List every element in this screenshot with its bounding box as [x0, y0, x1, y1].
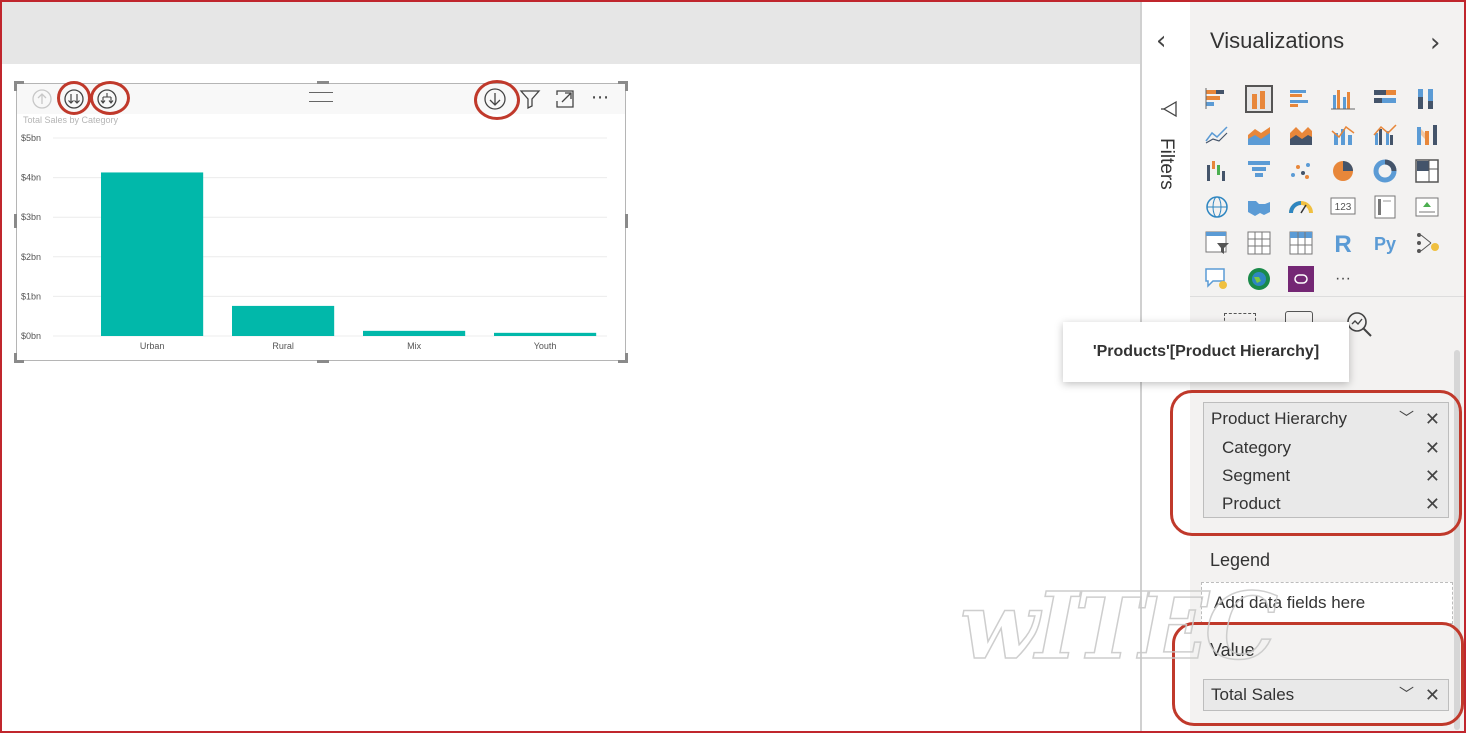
x-tick-label: Mix — [407, 341, 421, 351]
more-visuals-icon[interactable]: ··· — [1328, 264, 1358, 294]
highlight-ring — [90, 81, 130, 115]
resize-handle[interactable] — [625, 353, 628, 363]
svg-text:123: 123 — [1335, 202, 1352, 213]
kpi-icon[interactable] — [1412, 192, 1442, 222]
donut-chart-icon[interactable] — [1370, 156, 1400, 186]
focus-mode-icon[interactable] — [552, 86, 578, 112]
bar-chart-visual[interactable]: ⋯ Total Sales by Category $0bn $1bn $2bn $3… — [14, 80, 628, 363]
x-tick-label: Youth — [534, 341, 557, 351]
resize-handle[interactable] — [317, 360, 329, 363]
stacked-bar-icon[interactable] — [1202, 84, 1232, 114]
legend-section-label: Legend — [1210, 550, 1271, 570]
stacked-column-icon[interactable] — [1244, 84, 1274, 114]
stacked-area-icon[interactable] — [1286, 120, 1316, 150]
y-tick-label: $0bn — [21, 331, 41, 341]
multirow-card-icon[interactable] — [1370, 192, 1400, 222]
card-icon[interactable]: 123 — [1328, 192, 1358, 222]
filters-label[interactable]: Filters — [1155, 138, 1177, 190]
highlight-ring — [474, 80, 520, 120]
100pct-column-icon[interactable] — [1412, 84, 1442, 114]
treemap-icon[interactable] — [1412, 156, 1442, 186]
visual-header: ⋯ — [17, 80, 625, 120]
filter-funnel-icon — [1160, 100, 1178, 122]
resize-handle[interactable] — [14, 81, 17, 91]
filter-icon[interactable] — [517, 86, 543, 112]
bar-mix[interactable] — [363, 330, 466, 336]
map-icon[interactable] — [1202, 192, 1232, 222]
drill-up-icon[interactable] — [29, 86, 55, 112]
bar-urban[interactable] — [101, 172, 204, 336]
resize-handle[interactable] — [317, 81, 329, 84]
clustered-bar-icon[interactable] — [1286, 84, 1316, 114]
bar-rural[interactable] — [232, 305, 335, 336]
y-tick-label: $2bn — [21, 252, 41, 262]
y-tick-label: $1bn — [21, 291, 41, 301]
bar-youth[interactable] — [494, 332, 597, 336]
svg-text:R: R — [1334, 231, 1351, 257]
r-visual-icon[interactable]: R — [1328, 228, 1358, 258]
x-tick-label: Urban — [140, 341, 165, 351]
svg-text:···: ··· — [1335, 270, 1351, 287]
filled-map-icon[interactable] — [1244, 192, 1274, 222]
area-chart-icon[interactable] — [1244, 120, 1274, 150]
ribbon-chart-icon[interactable] — [1412, 120, 1442, 150]
field-tooltip: 'Products'[Product Hierarchy] — [1063, 322, 1349, 382]
line-clustered-column-icon[interactable] — [1370, 120, 1400, 150]
100pct-bar-icon[interactable] — [1370, 84, 1400, 114]
gauge-icon[interactable] — [1286, 192, 1316, 222]
key-influencers-icon[interactable] — [1412, 228, 1442, 258]
expand-arrow-icon[interactable]: › — [1430, 28, 1440, 58]
y-tick-label: $5bn — [21, 133, 41, 143]
watermark-logo: wITEC — [959, 571, 1279, 681]
resize-handle[interactable] — [14, 214, 17, 228]
python-visual-icon[interactable]: Py — [1370, 228, 1400, 258]
power-apps-icon[interactable] — [1286, 264, 1316, 294]
top-toolbar-area — [2, 2, 1140, 64]
bar-chart: $0bn $1bn $2bn $3bn $4bn $5bn Urban Rural Mix You… — [21, 133, 607, 351]
svg-text:Py: Py — [1374, 234, 1396, 254]
table-icon[interactable] — [1244, 228, 1274, 258]
scatter-icon[interactable] — [1286, 156, 1316, 186]
qa-icon[interactable] — [1202, 264, 1232, 294]
matrix-icon[interactable] — [1286, 228, 1316, 258]
highlight-ring — [1170, 390, 1462, 536]
funnel-icon[interactable] — [1244, 156, 1274, 186]
resize-handle[interactable] — [625, 81, 628, 91]
clustered-column-icon[interactable] — [1328, 84, 1358, 114]
slicer-icon[interactable] — [1202, 228, 1232, 258]
line-column-icon[interactable] — [1328, 120, 1358, 150]
more-options-icon[interactable]: ⋯ — [587, 84, 613, 110]
app-window: ⋯ Total Sales by Category $0bn $1bn $2bn $3… — [0, 0, 1466, 733]
visualizations-title: Visualizations — [1210, 28, 1345, 53]
pie-chart-icon[interactable] — [1328, 156, 1358, 186]
arcgis-map-icon[interactable] — [1244, 264, 1274, 294]
line-chart-icon[interactable] — [1202, 120, 1232, 150]
x-tick-label: Rural — [272, 341, 294, 351]
highlight-ring — [57, 81, 91, 115]
waterfall-icon[interactable] — [1202, 156, 1232, 186]
drag-handle-icon[interactable] — [309, 92, 333, 102]
resize-handle[interactable] — [625, 214, 628, 228]
y-tick-label: $3bn — [21, 212, 41, 222]
y-tick-label: $4bn — [21, 173, 41, 183]
collapse-arrow-icon[interactable]: ‹ — [1156, 26, 1166, 56]
resize-handle[interactable] — [14, 353, 17, 363]
